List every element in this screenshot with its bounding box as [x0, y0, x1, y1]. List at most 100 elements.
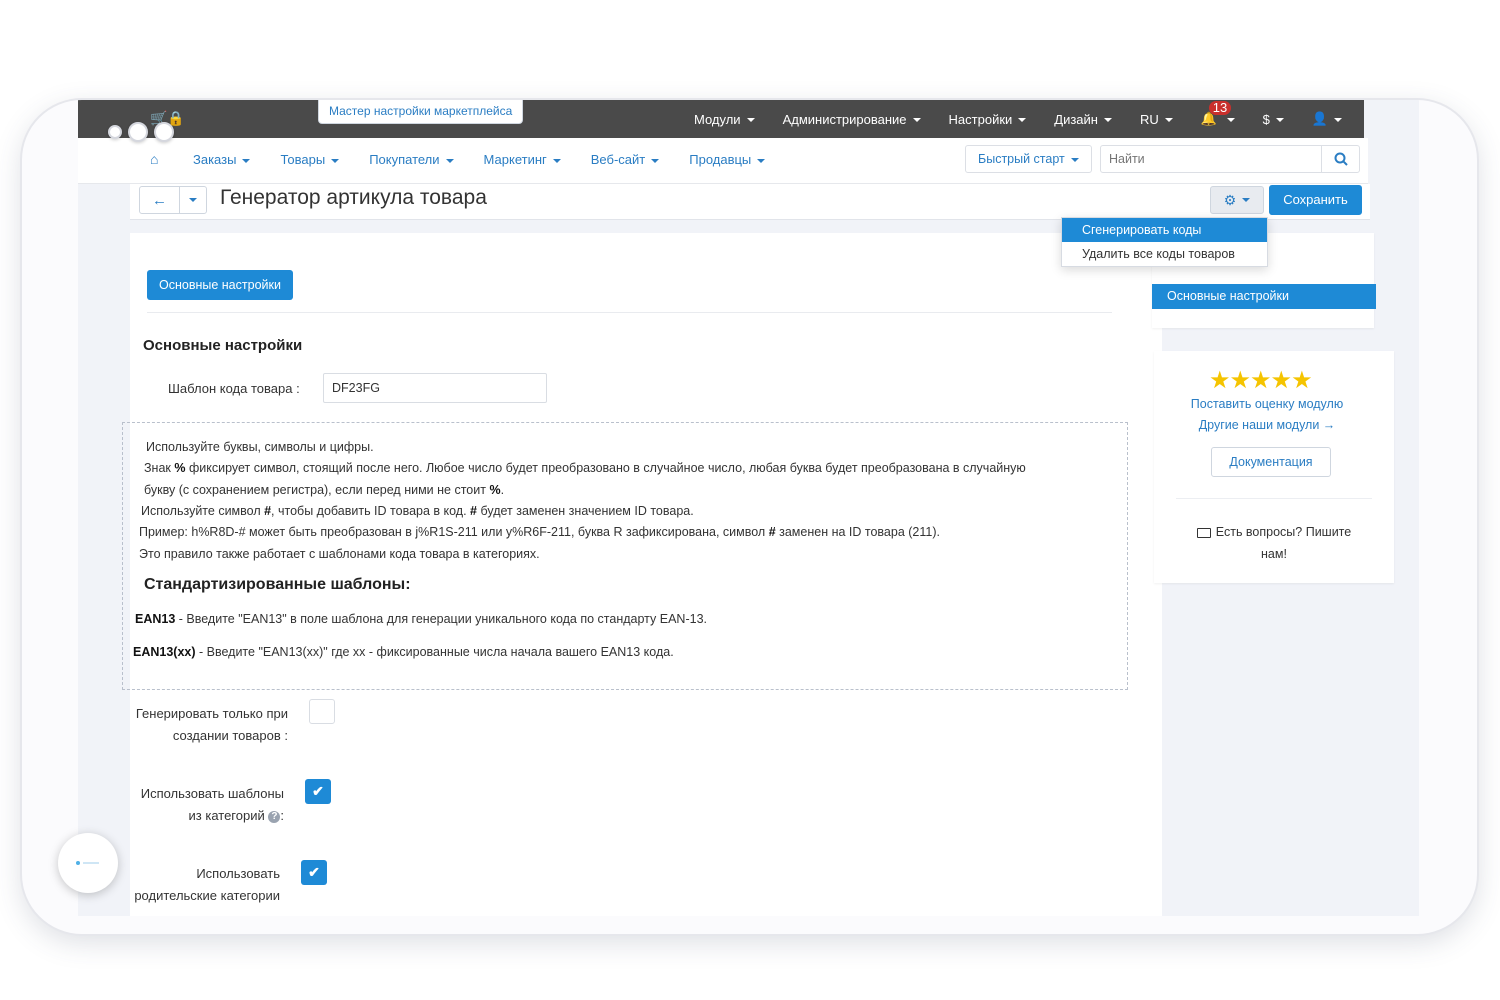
- top-nav-settings-label: Настройки: [948, 111, 1013, 127]
- help-icon[interactable]: ?: [268, 810, 281, 823]
- other-modules-link[interactable]: Другие наши модули →: [1154, 418, 1380, 432]
- quick-start-label: Быстрый старт: [978, 152, 1065, 166]
- help-line: Знак % фиксирует символ, стоящий после н…: [144, 461, 1026, 475]
- search-button[interactable]: [1321, 146, 1359, 172]
- tab-general-settings[interactable]: Основные настройки: [147, 270, 293, 300]
- generate-codes-item[interactable]: Сгенерировать коды: [1062, 218, 1267, 242]
- help-line: букву (с сохранением регистра), если пер…: [144, 483, 504, 497]
- generate-on-create-checkbox[interactable]: [309, 699, 335, 724]
- code-template-label: Шаблон кода товара :: [168, 381, 300, 396]
- help-line: Пример: h%R8D-# может быть преобразован …: [139, 525, 940, 539]
- search-icon: [1334, 152, 1348, 166]
- use-parent-categories-label: Использовать родительские категории: [100, 863, 280, 907]
- help-symbol: %: [489, 483, 501, 497]
- chevron-down-icon: [331, 158, 340, 163]
- camera-dot: [128, 122, 148, 142]
- ean13-keyword: EAN13: [135, 612, 176, 626]
- chevron-down-icon: [445, 158, 454, 163]
- help-symbol: #: [264, 504, 272, 518]
- documentation-button[interactable]: Документация: [1211, 447, 1331, 477]
- gear-icon: ⚙: [1223, 191, 1237, 208]
- back-button-group: ←: [139, 186, 207, 214]
- menu-vendors[interactable]: Продавцы: [689, 152, 766, 167]
- search-input[interactable]: [1101, 146, 1321, 172]
- label-line: из категорий ?:: [120, 805, 284, 827]
- chevron-down-icon: [1226, 117, 1235, 122]
- menu-marketing[interactable]: Маркетинг: [484, 152, 561, 167]
- section-title: Основные настройки: [143, 337, 303, 354]
- sidebar-item-general-settings[interactable]: Основные настройки: [1152, 284, 1376, 309]
- chevron-down-icon: [552, 158, 561, 163]
- chevron-down-icon: [1242, 198, 1251, 202]
- marketplace-wizard-tab[interactable]: Мастер настройки маркетплейса: [318, 100, 524, 124]
- top-nav-settings[interactable]: Настройки: [949, 112, 1027, 127]
- contact-text: нам!: [1261, 547, 1287, 561]
- back-arrow-icon[interactable]: ←: [140, 187, 180, 213]
- ean13-line: EAN13 - Введите "EAN13" в поле шаблона д…: [135, 612, 707, 626]
- chevron-down-icon: [912, 118, 921, 123]
- settings-dropdown-button[interactable]: ⚙: [1210, 186, 1264, 214]
- help-text: - Введите "EAN13(xx)" где хх - фиксирова…: [195, 645, 674, 659]
- chevron-down-icon: [1164, 118, 1173, 123]
- use-parent-categories-checkbox[interactable]: ✔: [301, 860, 327, 885]
- chat-icon-line: [83, 862, 99, 864]
- help-text: - Введите "EAN13" в поле шаблона для ген…: [175, 612, 707, 626]
- notifications-badge: 13: [1208, 101, 1232, 115]
- chat-icon: [76, 861, 80, 865]
- top-nav-administration[interactable]: Администрирование: [783, 112, 921, 127]
- menu-products[interactable]: Товары: [280, 152, 340, 167]
- chat-widget-button[interactable]: [58, 833, 118, 893]
- label-colon: :: [280, 808, 284, 823]
- rating-stars[interactable]: ★★★★★: [1209, 366, 1313, 395]
- menu-customers-label: Покупатели: [369, 152, 440, 167]
- quick-start-button[interactable]: Быстрый старт: [965, 145, 1092, 173]
- menu-website-label: Веб-сайт: [590, 152, 646, 167]
- chevron-down-icon: [242, 158, 251, 163]
- top-admin-bar: 🛒🔒 Мастер настройки маркетплейса Модули …: [78, 100, 1364, 138]
- help-text: Пример: h%R8D-# может быть преобразован …: [139, 525, 769, 539]
- use-category-templates-label: Использовать шаблоны из категорий ?:: [120, 783, 284, 827]
- standard-templates-title: Стандартизированные шаблоны:: [144, 576, 411, 593]
- save-button[interactable]: Сохранить: [1269, 185, 1362, 215]
- generate-on-create-label: Генерировать только при создании товаров…: [120, 703, 288, 747]
- rate-module-link[interactable]: Поставить оценку модулю: [1154, 397, 1380, 411]
- help-text: заменен на ID товара (211).: [775, 525, 940, 539]
- camera-dot: [154, 122, 174, 142]
- contact-text: Есть вопросы? Пишите: [1215, 525, 1352, 539]
- user-menu[interactable]: 👤: [1312, 111, 1342, 127]
- top-nav-language[interactable]: RU: [1140, 112, 1173, 127]
- help-symbol: #: [768, 525, 776, 539]
- back-dropdown-button[interactable]: [180, 187, 206, 213]
- menu-website[interactable]: Веб-сайт: [590, 152, 660, 167]
- contact-us-text[interactable]: Есть вопросы? Пишите нам!: [1176, 521, 1372, 565]
- label-line: Есть вопросы? Пишите: [1176, 521, 1372, 543]
- menu-products-label: Товары: [280, 152, 326, 167]
- help-box: Используйте буквы, символы и цифры. Знак…: [122, 422, 1128, 690]
- notifications-button[interactable]: 🔔 13: [1201, 101, 1235, 127]
- top-nav-design-label: Дизайн: [1054, 111, 1098, 127]
- top-nav-administration-label: Администрирование: [782, 111, 907, 127]
- label-line: Использовать шаблоны: [140, 786, 284, 801]
- top-nav-modules[interactable]: Модули: [694, 112, 755, 127]
- menu-orders-label: Заказы: [193, 152, 237, 167]
- chevron-down-icon: [1334, 117, 1342, 122]
- help-line: Используйте буквы, символы и цифры.: [146, 440, 374, 454]
- camera-dot: [108, 125, 122, 139]
- help-text: Используйте символ: [141, 504, 265, 518]
- chevron-down-icon: [746, 118, 755, 123]
- code-template-input[interactable]: [323, 373, 547, 403]
- use-category-templates-checkbox[interactable]: ✔: [305, 779, 331, 804]
- menu-customers[interactable]: Покупатели: [369, 152, 454, 167]
- top-nav: Модули Администрирование Настройки Дизай…: [694, 100, 1342, 138]
- currency-menu[interactable]: $: [1263, 112, 1284, 127]
- ean13xx-line: EAN13(xx) - Введите "EAN13(xx)" где хх -…: [133, 645, 674, 659]
- search-box: [1100, 145, 1360, 173]
- help-text: .: [500, 483, 505, 497]
- chevron-down-icon: [1018, 118, 1027, 123]
- delete-all-codes-item[interactable]: Удалить все коды товаров: [1062, 242, 1267, 266]
- label-text: из категорий: [188, 808, 265, 823]
- top-nav-design[interactable]: Дизайн: [1054, 112, 1112, 127]
- label-line: родительские категории: [134, 888, 280, 903]
- menu-orders[interactable]: Заказы: [193, 152, 251, 167]
- home-icon[interactable]: ⌂: [150, 151, 158, 167]
